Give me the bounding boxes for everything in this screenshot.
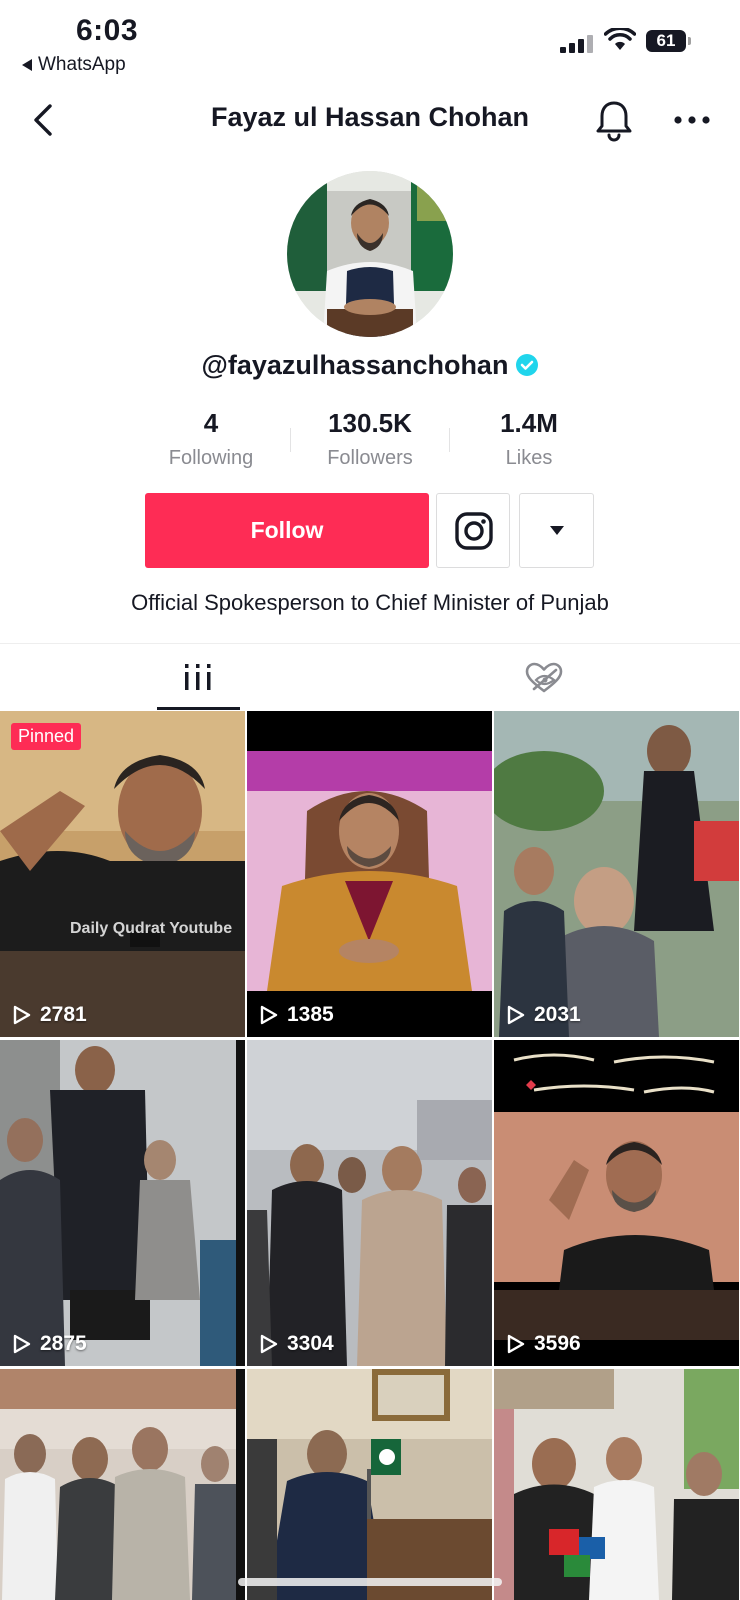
back-triangle-icon <box>22 59 32 71</box>
view-count-text: 2031 <box>534 1003 581 1026</box>
profile-bio: Official Spokesperson to Chief Minister … <box>131 590 609 615</box>
watermark-text: Daily Qudrat Youtube <box>70 920 232 937</box>
view-count: 2875 <box>12 1332 87 1356</box>
view-count: 2031 <box>506 1003 581 1027</box>
view-count: 3304 <box>259 1332 334 1356</box>
following-label: Following <box>168 447 254 469</box>
view-count: 2781 <box>12 1003 87 1027</box>
video-tile[interactable] <box>494 1369 739 1600</box>
video-thumbnail <box>0 1040 245 1366</box>
profile-avatar[interactable] <box>287 171 453 337</box>
video-grid: Daily Qudrat Youtube Pinned 2781 1385 20… <box>0 711 740 1600</box>
play-outline-icon <box>507 1005 525 1025</box>
wifi-icon <box>604 28 636 50</box>
video-thumbnail: Daily Qudrat Youtube <box>0 711 245 1037</box>
avatar-image <box>287 171 453 337</box>
cellular-signal-icon <box>560 33 596 53</box>
following-stat[interactable]: 4 Following <box>131 408 291 470</box>
back-to-app-link[interactable]: WhatsApp <box>22 54 126 76</box>
clock: 6:03 <box>76 14 139 47</box>
home-indicator[interactable] <box>238 1578 502 1586</box>
status-bar: 6:03 WhatsApp 61 <box>0 0 740 84</box>
more-options-icon[interactable] <box>672 108 712 132</box>
likes-count: 1.4M <box>500 408 558 438</box>
play-outline-icon <box>260 1334 278 1354</box>
view-count-text: 1385 <box>287 1003 334 1026</box>
video-thumbnail <box>247 1040 492 1366</box>
video-tile[interactable]: 2875 <box>0 1040 245 1366</box>
instagram-link-button[interactable] <box>436 493 510 568</box>
view-count: 3596 <box>506 1332 581 1356</box>
notification-bell-icon[interactable] <box>594 98 634 142</box>
video-thumbnail <box>247 711 492 1037</box>
followers-count: 130.5K <box>328 408 412 438</box>
following-count: 4 <box>203 408 219 438</box>
battery-indicator: 61 <box>646 30 691 52</box>
grid-lines-icon <box>185 664 211 690</box>
play-outline-icon <box>13 1334 31 1354</box>
tab-videos[interactable] <box>0 644 370 710</box>
profile-stats: 4 Following 130.5K Followers 1.4M Likes <box>0 408 740 474</box>
followers-stat[interactable]: 130.5K Followers <box>290 408 450 470</box>
video-tile[interactable] <box>247 1369 492 1600</box>
video-thumbnail <box>494 1369 739 1600</box>
view-count-text: 2781 <box>40 1003 87 1026</box>
video-thumbnail <box>494 1040 739 1366</box>
suggested-accounts-dropdown[interactable] <box>519 493 594 568</box>
content-tabs <box>0 643 740 710</box>
caret-down-icon <box>550 526 564 535</box>
video-tile[interactable]: 1385 <box>247 711 492 1037</box>
view-count: 1385 <box>259 1003 334 1027</box>
followers-label: Followers <box>327 447 413 469</box>
profile-header: Fayaz ul Hassan Chohan <box>0 90 740 150</box>
video-thumbnail <box>494 711 739 1037</box>
view-count-text: 3596 <box>534 1332 581 1355</box>
username-row: @fayazulhassanchohan <box>0 350 740 381</box>
video-tile[interactable]: 3596 <box>494 1040 739 1366</box>
video-tile[interactable]: 2031 <box>494 711 739 1037</box>
username: @fayazulhassanchohan <box>201 350 509 380</box>
video-tile[interactable] <box>0 1369 245 1600</box>
likes-stat[interactable]: 1.4M Likes <box>449 408 609 470</box>
pinned-badge: Pinned <box>11 723 82 750</box>
video-tile[interactable]: Daily Qudrat Youtube Pinned 2781 <box>0 711 245 1037</box>
view-count-text: 2875 <box>40 1332 87 1355</box>
play-outline-icon <box>13 1005 31 1025</box>
view-count-text: 3304 <box>287 1332 334 1355</box>
play-outline-icon <box>260 1005 278 1025</box>
back-app-label: WhatsApp <box>38 54 126 75</box>
video-tile[interactable]: 3304 <box>247 1040 492 1366</box>
profile-actions: Follow <box>0 493 740 569</box>
active-tab-indicator <box>157 707 240 710</box>
tab-liked[interactable] <box>370 644 740 710</box>
follow-button[interactable]: Follow <box>145 493 429 568</box>
instagram-icon <box>455 512 493 550</box>
verified-badge-icon <box>516 353 539 376</box>
likes-label: Likes <box>505 447 553 469</box>
play-outline-icon <box>507 1334 525 1354</box>
heart-hidden-icon <box>525 662 563 693</box>
video-thumbnail <box>247 1369 492 1600</box>
video-thumbnail <box>0 1369 245 1600</box>
